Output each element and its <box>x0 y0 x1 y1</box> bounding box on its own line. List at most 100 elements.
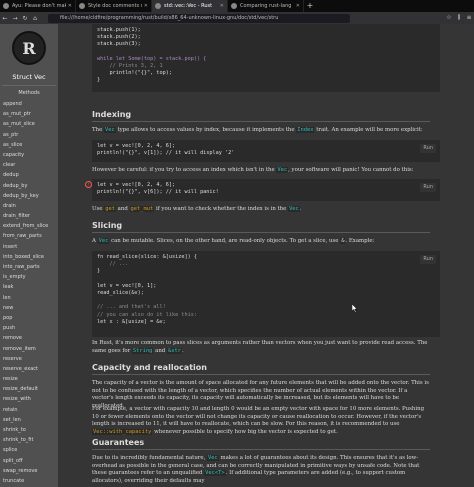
sidebar-item-shrink-to[interactable]: shrink_to <box>0 425 58 435</box>
code-line: let x : &[usize] = &v; <box>97 318 166 325</box>
code-line: read_slice(&v); <box>97 290 144 297</box>
sidebar-item-drain-filter[interactable]: drain_filter <box>0 211 58 221</box>
sidebar-item-retain[interactable]: retain <box>0 405 58 415</box>
sidebar-item-as-ptr[interactable]: as_ptr <box>0 130 58 140</box>
sidebar-item-splice[interactable]: splice <box>0 445 58 455</box>
browser-tab-active[interactable]: std::vec::Vec - Rust ✕ <box>152 0 228 12</box>
back-icon[interactable]: ← <box>0 15 10 22</box>
run-button[interactable]: Run <box>420 255 436 265</box>
tab-title: Ayu: Please don't make <box>12 3 66 9</box>
sidebar-item-into-boxed-slice[interactable]: into_boxed_slice <box>0 252 58 262</box>
sidebar-item-resize-with[interactable]: resize_with <box>0 394 58 404</box>
sidebar-item-dedup-by[interactable]: dedup_by <box>0 181 58 191</box>
sidebar-item-set-len[interactable]: set_len <box>0 415 58 425</box>
tab-title: Style doc comments d <box>88 3 142 9</box>
paragraph: In Rust, it's more common to pass slices… <box>92 340 428 354</box>
sidebar-item-split-off[interactable]: split_off <box>0 456 58 466</box>
section-heading-guarantees[interactable]: Guarantees <box>92 438 430 450</box>
methods-list: append as_mut_ptr as_mut_slice as_ptr as_sli… <box>0 99 58 487</box>
type-link[interactable]: String <box>131 347 154 354</box>
new-tab-icon[interactable]: + <box>304 0 316 12</box>
code-line: stack.push(3); <box>97 41 141 48</box>
sidebar-item-new[interactable]: new <box>0 303 58 313</box>
tab-title: Comparing rust-lang <box>240 3 292 9</box>
sidebar-item-len[interactable]: len <box>0 293 58 303</box>
browser-tab[interactable]: Ayu: Please don't make ✕ <box>0 0 76 12</box>
method-link[interactable]: get <box>104 206 116 212</box>
sidebar-item-leak[interactable]: leak <box>0 282 58 292</box>
sidebar-item-truncate[interactable]: truncate <box>0 476 58 486</box>
code-block: ! let v = vec![0, 2, 4, 6]; println!("{}"… <box>85 179 440 201</box>
type-link[interactable]: &str <box>166 347 182 354</box>
run-button[interactable]: Run <box>420 144 436 154</box>
paragraph: However be careful: if you try to access… <box>92 167 414 173</box>
sidebar-item-resize[interactable]: resize <box>0 374 58 384</box>
sidebar-item-insert[interactable]: insert <box>0 242 58 252</box>
paragraph: For example, a vector with capacity 10 a… <box>92 406 425 435</box>
method-link[interactable]: get_mut <box>129 206 155 212</box>
paragraph: The Vec type allows to access values by … <box>92 127 423 133</box>
rust-logo-icon[interactable]: R <box>12 31 46 65</box>
paragraph: Use get and get_mut if you want to check… <box>92 206 302 212</box>
sidebar-item-as-mut-ptr[interactable]: as_mut_ptr <box>0 109 58 119</box>
browser-tab[interactable]: Style doc comments d ✕ <box>76 0 152 12</box>
sidebar-item-clear[interactable]: clear <box>0 160 58 170</box>
close-icon[interactable]: ✕ <box>220 3 224 9</box>
sidebar-item-extend-from-slice[interactable]: extend_from_slice <box>0 221 58 231</box>
sidebar-item-push[interactable]: push <box>0 323 58 333</box>
methods-header[interactable]: Methods <box>0 90 58 96</box>
type-link[interactable]: Vec<T> <box>204 470 226 477</box>
mouse-cursor-icon <box>352 304 358 313</box>
sidebar-item-is-empty[interactable]: is_empty <box>0 272 58 282</box>
run-button[interactable]: Run <box>420 183 436 193</box>
close-icon[interactable]: ✕ <box>68 3 72 9</box>
method-link[interactable]: Vec::with_capacity <box>92 428 153 435</box>
sidebar-item-as-slice[interactable]: as_slice <box>0 140 58 150</box>
sidebar-item-remove[interactable]: remove <box>0 333 58 343</box>
section-heading-slicing[interactable]: Slicing <box>92 221 430 233</box>
code-block: let v = vec![0, 2, 4, 6]; println!("{}",… <box>92 140 440 162</box>
divider <box>2 85 56 86</box>
section-heading-indexing[interactable]: Indexing <box>92 110 430 122</box>
home-icon[interactable]: ⌂ <box>30 15 40 22</box>
sidebar-item-into-raw-parts[interactable]: into_raw_parts <box>0 262 58 272</box>
sidebar-item-resize-default[interactable]: resize_default <box>0 384 58 394</box>
type-link[interactable]: Vec <box>276 167 289 173</box>
sidebar-item-dedup[interactable]: dedup <box>0 170 58 180</box>
sidebar-item-pop[interactable]: pop <box>0 313 58 323</box>
type-link[interactable]: Vec <box>103 127 116 133</box>
sidebar-item-shrink-to-fit[interactable]: shrink_to_fit <box>0 435 58 445</box>
sidebar-title[interactable]: Struct Vec <box>0 73 58 81</box>
code-line: println!("{}", top); <box>97 70 172 77</box>
url-bar[interactable]: file:///home/cldfire/programming/rust/bu… <box>48 13 350 23</box>
code-line: fn read_slice(slice: &[usize]) { <box>97 254 197 260</box>
reload-icon[interactable]: ↻ <box>20 15 30 22</box>
type-link[interactable]: Vec <box>207 455 219 461</box>
sidebar-item-append[interactable]: append <box>0 99 58 109</box>
code-line: // you can also do it like this: <box>97 311 197 318</box>
sidebar-item-from-raw-parts[interactable]: from_raw_parts <box>0 231 58 241</box>
menu-icon[interactable]: ≡ <box>464 14 474 22</box>
sidebar-item-dedup-by-key[interactable]: dedup_by_key <box>0 191 58 201</box>
forward-icon[interactable]: → <box>10 15 20 22</box>
sidebar-item-reserve[interactable]: reserve <box>0 354 58 364</box>
sidebar-item-swap-remove[interactable]: swap_remove <box>0 466 58 476</box>
close-icon[interactable]: ✕ <box>296 3 300 9</box>
browser-tab[interactable]: Comparing rust-lang ✕ <box>228 0 304 12</box>
bookmark-icon[interactable]: ☆ <box>444 14 454 22</box>
type-link[interactable]: Vec <box>288 206 300 212</box>
sidebar-item-remove-item[interactable]: remove_item <box>0 344 58 354</box>
tab-bar: Ayu: Please don't make ✕ Style doc commen… <box>0 0 474 12</box>
type-link[interactable]: Index <box>296 127 315 133</box>
library-icon[interactable]: ⫼ <box>454 14 464 22</box>
sidebar-item-reserve-exact[interactable]: reserve_exact <box>0 364 58 374</box>
sidebar-item-capacity[interactable]: capacity <box>0 150 58 160</box>
tab-title: std::vec::Vec - Rust <box>164 3 213 9</box>
sidebar-item-as-mut-slice[interactable]: as_mut_slice <box>0 119 58 129</box>
section-heading-capacity[interactable]: Capacity and reallocation <box>92 363 430 375</box>
favicon-icon <box>231 3 237 9</box>
sidebar-item-drain[interactable]: drain <box>0 201 58 211</box>
favicon-icon <box>155 3 161 9</box>
type-link[interactable]: Vec <box>97 238 110 244</box>
close-icon[interactable]: ✕ <box>144 3 148 9</box>
